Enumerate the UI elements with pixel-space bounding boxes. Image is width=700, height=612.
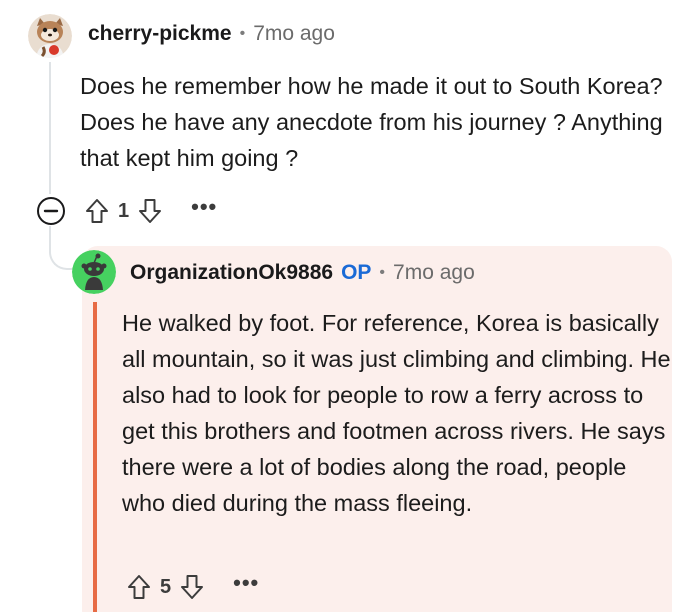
comment-timestamp: 7mo ago [253, 22, 335, 45]
arrow-up-icon[interactable] [126, 573, 152, 601]
vote-count: 1 [118, 199, 130, 222]
arrow-down-icon[interactable] [179, 573, 205, 601]
avatar-cherry-pickme[interactable] [28, 14, 72, 58]
thread-line[interactable] [49, 62, 51, 194]
snoo-avatar-icon [72, 250, 116, 294]
comment-meta: cherry-pickme • 7mo ago [88, 22, 335, 46]
reply-timestamp: 7mo ago [393, 261, 475, 284]
reply-meta: OrganizationOk9886 OP • 7mo ago [130, 261, 475, 285]
more-horizontal-icon[interactable]: ••• [191, 196, 217, 218]
comment-thread: cherry-pickme • 7mo ago Does he remember… [0, 0, 700, 612]
comment-body: Does he remember how he made it out to S… [80, 73, 663, 171]
reply-highlight-bar [93, 302, 97, 612]
meta-separator: • [379, 264, 386, 281]
arrow-up-icon[interactable] [84, 197, 110, 225]
more-horizontal-icon[interactable]: ••• [233, 572, 259, 594]
arrow-down-icon[interactable] [137, 197, 163, 225]
minus-circle-icon[interactable] [36, 196, 66, 226]
comment-username[interactable]: cherry-pickme [88, 22, 232, 46]
avatar-image [28, 14, 72, 58]
comment-actions: 1 ••• [36, 196, 217, 226]
avatar-organizationok9886[interactable] [72, 250, 116, 294]
op-badge: OP [341, 261, 372, 284]
reply-username[interactable]: OrganizationOk9886 [130, 261, 333, 285]
meta-separator: • [239, 25, 246, 42]
vote-count: 5 [160, 575, 172, 598]
reply-actions: 5 ••• [126, 572, 259, 601]
reply-body: He walked by foot. For reference, Korea … [122, 310, 671, 516]
